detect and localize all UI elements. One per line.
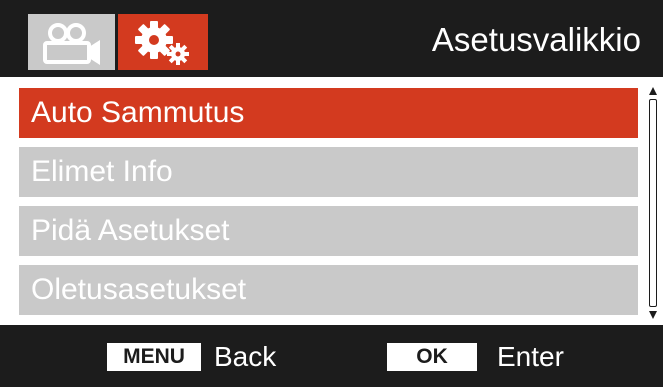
menu-item-elimet-info[interactable]: Elimet Info [19,147,638,197]
header-bar: Asetusvalikkio [0,0,663,77]
scrollbar[interactable] [647,86,659,320]
back-label: Back [214,341,277,372]
scroll-up-arrow-icon[interactable] [647,86,659,96]
menu-item-auto-sammutus[interactable]: Auto Sammutus [19,88,638,138]
gears-icon [135,21,189,65]
scroll-down-arrow-icon[interactable] [647,310,659,320]
menu-item-oletusasetukset[interactable]: Oletusasetukset [19,265,638,315]
settings-screen: Asetusvalikkio Auto Sammutus Elimet Info… [0,0,663,387]
enter-label: Enter [497,341,564,372]
settings-menu: Auto Sammutus Elimet Info Pidä Asetukset… [19,88,638,324]
tab-video[interactable] [28,14,115,70]
menu-item-pida-asetukset[interactable]: Pidä Asetukset [19,206,638,256]
menu-key[interactable]: MENU [107,343,201,371]
tab-settings[interactable] [118,14,208,70]
page-title: Asetusvalikkio [431,21,641,58]
ok-key[interactable]: OK [387,343,477,371]
scroll-track[interactable] [649,99,657,307]
footer-bar: MENU Back OK Enter [0,325,663,387]
video-camera-icon [43,23,100,65]
